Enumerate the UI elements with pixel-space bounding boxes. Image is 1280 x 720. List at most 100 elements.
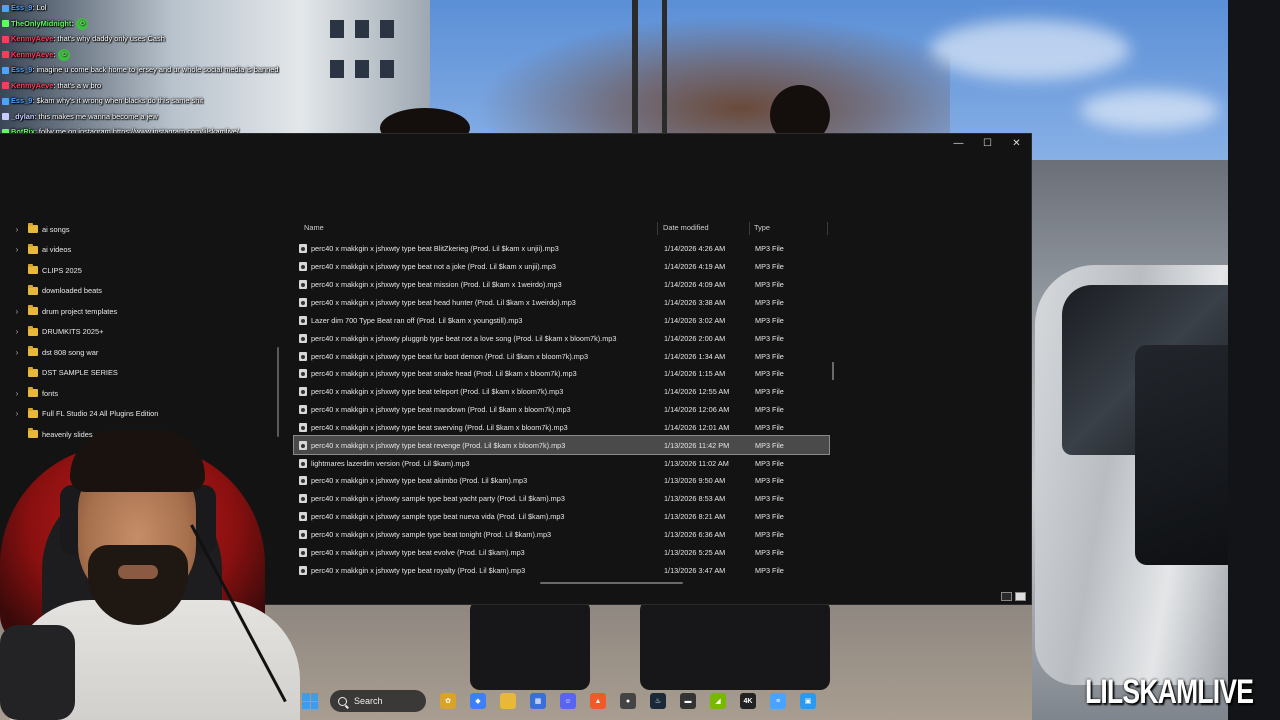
file-date: 1/13/2026 9:50 AM bbox=[664, 476, 726, 486]
chevron-right-icon[interactable]: › bbox=[12, 245, 22, 254]
trees bbox=[430, 0, 950, 135]
widgets-icon[interactable]: ✿ bbox=[440, 693, 456, 709]
file-date: 1/13/2026 5:25 AM bbox=[664, 547, 726, 557]
nav-folder-item[interactable]: ›CLIPS 2025 bbox=[0, 261, 82, 279]
nav-folder-item[interactable]: › fonts bbox=[0, 384, 58, 402]
file-row[interactable]: perc40 x makkgin x jshxwty type beat man… bbox=[294, 401, 829, 419]
nav-folder-item[interactable]: › ai videos bbox=[0, 241, 71, 259]
steam-icon[interactable]: ♨ bbox=[650, 693, 666, 709]
nav-folder-item[interactable]: › DRUMKITS 2025+ bbox=[0, 323, 103, 341]
person-figure bbox=[470, 600, 590, 690]
file-date: 1/13/2026 11:02 AM bbox=[664, 458, 729, 468]
chevron-right-icon[interactable]: › bbox=[12, 409, 22, 418]
chat-username[interactable]: Ess_9 bbox=[11, 3, 32, 12]
chat-username[interactable]: _dylan bbox=[11, 112, 34, 121]
chat-username[interactable]: Ess_9 bbox=[11, 96, 32, 105]
minimize-button[interactable]: — bbox=[944, 134, 973, 152]
chevron-right-icon[interactable]: › bbox=[12, 307, 22, 316]
file-row[interactable]: perc40 x makkgin x jshxwty type beat mis… bbox=[294, 276, 829, 294]
chat-badge-icon bbox=[2, 66, 9, 74]
file-name: perc40 x makkgin x jshxwty type beat aki… bbox=[311, 476, 528, 486]
column-header-type[interactable]: Type bbox=[754, 220, 770, 236]
navigation-scrollbar[interactable] bbox=[277, 347, 279, 437]
chat-username[interactable]: KenmyAeve bbox=[11, 34, 53, 43]
chevron-right-icon[interactable]: › bbox=[12, 348, 22, 357]
file-row[interactable]: perc40 x makkgin x jshxwty type beat tel… bbox=[294, 383, 829, 401]
column-separator[interactable] bbox=[749, 222, 750, 235]
maximize-button[interactable]: ☐ bbox=[973, 134, 1002, 152]
chat-username[interactable]: TheOnlyMidnight bbox=[11, 19, 71, 28]
file-row[interactable]: perc40 x makkgin x jshxwty sample type b… bbox=[294, 490, 829, 508]
file-row[interactable]: perc40 x makkgin x jshxwty type beat roy… bbox=[294, 561, 829, 579]
chat-username[interactable]: KenmyAeve bbox=[11, 50, 53, 59]
discord-icon[interactable]: ☺ bbox=[560, 693, 576, 709]
taskbar-search[interactable]: Search bbox=[330, 690, 426, 712]
copilot-icon[interactable]: ◆ bbox=[470, 693, 486, 709]
file-row[interactable]: perc40 x makkgin x jshxwty type beat Bli… bbox=[294, 240, 829, 258]
column-separator[interactable] bbox=[657, 222, 658, 235]
side-bar bbox=[1228, 0, 1280, 720]
column-header-name[interactable]: Name bbox=[304, 220, 324, 236]
file-row[interactable]: Lazer dim 700 Type Beat ran off (Prod. L… bbox=[294, 311, 829, 329]
nav-folder-item[interactable]: › ai songs bbox=[0, 220, 70, 238]
file-row[interactable]: perc40 x makkgin x jshxwty type beat aki… bbox=[294, 472, 829, 490]
chevron-right-icon[interactable]: › bbox=[12, 389, 22, 398]
chat-badge-icon bbox=[2, 113, 9, 121]
chevron-right-icon[interactable]: › bbox=[12, 225, 22, 234]
nav-folder-item[interactable]: ›DST SAMPLE SERIES bbox=[0, 364, 118, 382]
mouth bbox=[118, 565, 158, 579]
windows-logo-tile bbox=[302, 693, 310, 701]
chat-text: : that's why daddy only uses Cash bbox=[53, 34, 165, 43]
chat-message: _dylan: this makes me wanna become a jew bbox=[2, 109, 432, 125]
column-separator[interactable] bbox=[827, 222, 828, 235]
file-date: 1/13/2026 8:21 AM bbox=[664, 512, 726, 522]
chat-username[interactable]: Ess_9 bbox=[11, 65, 32, 74]
windows-logo-tile bbox=[310, 701, 318, 709]
gpu-icon[interactable]: ◢ bbox=[710, 693, 726, 709]
file-type: MP3 File bbox=[755, 244, 784, 254]
column-header-date[interactable]: Date modified bbox=[663, 220, 709, 236]
file-row[interactable]: perc40 x makkgin x jshxwty type beat fur… bbox=[294, 347, 829, 365]
file-row[interactable]: perc40 x makkgin x jshxwty type beat not… bbox=[294, 258, 829, 276]
nav-folder-item[interactable]: ›downloaded beats bbox=[0, 282, 102, 300]
file-name: perc40 x makkgin x jshxwty sample type b… bbox=[311, 530, 552, 540]
close-button[interactable]: ✕ bbox=[1002, 134, 1031, 152]
tiles-view-button[interactable] bbox=[1015, 592, 1026, 601]
notepad-icon[interactable]: ≡ bbox=[770, 693, 786, 709]
start-button[interactable] bbox=[302, 693, 318, 709]
file-row[interactable]: perc40 x makkgin x jshxwty type beat evo… bbox=[294, 543, 829, 561]
nav-folder-label: CLIPS 2025 bbox=[42, 265, 82, 275]
file-row[interactable]: lightmares lazerdim version (Prod. Lil $… bbox=[294, 454, 829, 472]
file-type: MP3 File bbox=[755, 440, 784, 450]
store-icon[interactable]: ▦ bbox=[530, 693, 546, 709]
chat-text: : bbox=[53, 49, 56, 59]
nav-folder-item[interactable]: › Full FL Studio 24 All Plugins Edition bbox=[0, 405, 158, 423]
horizontal-scrollbar[interactable] bbox=[540, 582, 683, 584]
obs-icon[interactable]: ● bbox=[620, 693, 636, 709]
chat-message: Ess_9: imagine u come back home to jerse… bbox=[2, 62, 432, 78]
file-row[interactable]: perc40 x makkgin x jshxwty sample type b… bbox=[294, 526, 829, 544]
file-row[interactable]: perc40 x makkgin x jshxwty type beat rev… bbox=[293, 435, 830, 456]
photos-icon[interactable]: ▣ bbox=[800, 693, 816, 709]
file-name: perc40 x makkgin x jshxwty pluggnb type … bbox=[311, 333, 617, 343]
brave-icon[interactable]: ▲ bbox=[590, 693, 606, 709]
capcut-icon[interactable]: 4K bbox=[740, 693, 756, 709]
file-row[interactable]: perc40 x makkgin x jshxwty pluggnb type … bbox=[294, 329, 829, 347]
nav-folder-item[interactable]: › dst 808 song war bbox=[0, 343, 98, 361]
file-row[interactable]: perc40 x makkgin x jshxwty type beat swe… bbox=[294, 419, 829, 437]
chat-username[interactable]: KenmyAeve bbox=[11, 81, 53, 90]
file-list: Name Date modified Type perc40 x makkgin… bbox=[293, 220, 838, 578]
file-date: 1/14/2026 12:06 AM bbox=[664, 405, 730, 415]
nav-folder-item[interactable]: › drum project templates bbox=[0, 302, 117, 320]
nav-folder-label: dst 808 song war bbox=[42, 347, 99, 357]
nav-folder-label: Full FL Studio 24 All Plugins Edition bbox=[42, 409, 159, 418]
file-list-scrollbar[interactable] bbox=[832, 362, 834, 380]
file-row[interactable]: perc40 x makkgin x jshxwty type beat hea… bbox=[294, 294, 829, 312]
details-view-button[interactable] bbox=[1001, 592, 1012, 601]
file-row[interactable]: perc40 x makkgin x jshxwty type beat sna… bbox=[294, 365, 829, 383]
app-icon[interactable]: ▬ bbox=[680, 693, 696, 709]
nav-folder-label: fonts bbox=[42, 388, 59, 398]
file-explorer-icon[interactable] bbox=[500, 693, 516, 709]
chevron-right-icon[interactable]: › bbox=[12, 327, 22, 336]
file-row[interactable]: perc40 x makkgin x jshxwty sample type b… bbox=[294, 508, 829, 526]
